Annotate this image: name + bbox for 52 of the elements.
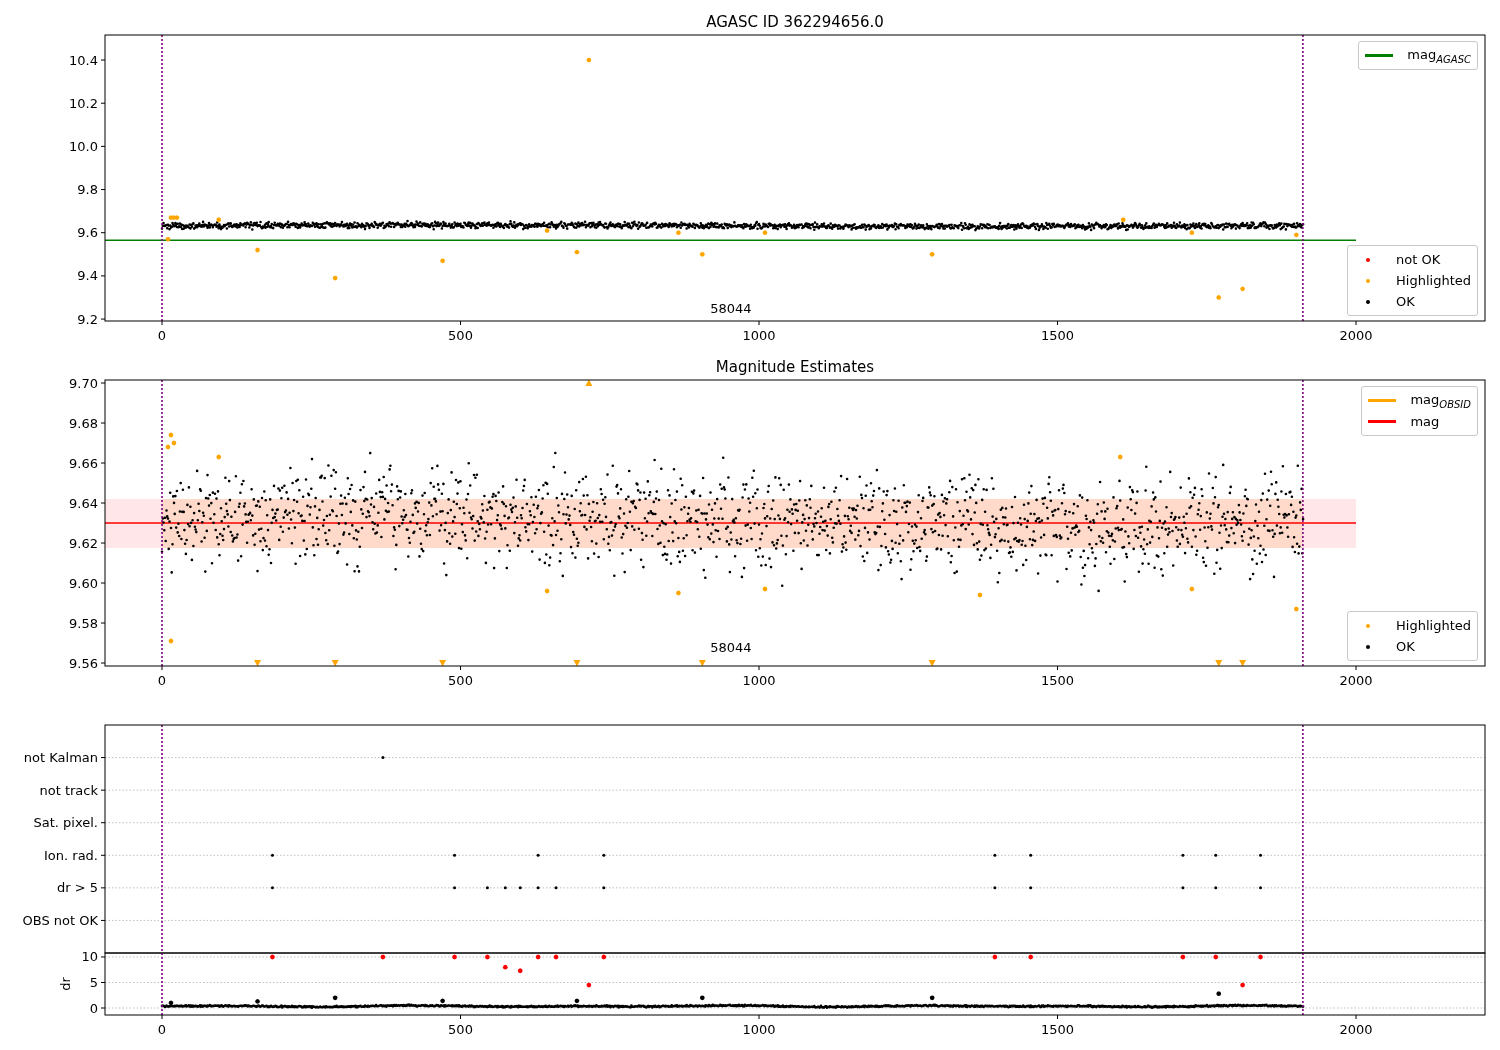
tick-label: 2000 — [1339, 673, 1373, 688]
flag-label: dr > 5 — [56, 880, 98, 896]
tick-label: 9.58 — [69, 615, 98, 631]
annotation-text: 58044 — [710, 300, 752, 316]
legend-label: mag$_{AGASC}$ — [1407, 46, 1471, 65]
tick-label: 10 — [81, 949, 98, 965]
tick-label: 0 — [157, 328, 167, 343]
tick-label: 0 — [157, 1022, 167, 1037]
tick-label: 10.2 — [69, 95, 98, 111]
tick-label: 0 — [89, 1000, 98, 1016]
tick-label: 10.4 — [69, 52, 98, 68]
legend-label: mag — [1410, 414, 1440, 429]
tick-label: 9.8 — [77, 182, 98, 198]
tick-label: 9.62 — [69, 535, 98, 551]
legend-label: OK — [1396, 639, 1415, 654]
legend-label: Highlighted — [1396, 618, 1471, 633]
tick-label: 9.60 — [69, 575, 98, 591]
tick-label: 9.2 — [77, 311, 98, 327]
tick-label: 1000 — [742, 328, 776, 343]
tick-label: 500 — [448, 328, 473, 343]
flag-label: OBS not OK — [22, 912, 98, 928]
tick-label: 9.4 — [77, 268, 98, 284]
tick-label: 1500 — [1041, 673, 1075, 688]
annotation-text: 58044 — [710, 640, 752, 655]
tick-label: 9.70 — [69, 375, 98, 391]
flag-label: Ion. rad. — [44, 847, 98, 863]
flag-label: not track — [39, 782, 98, 798]
tick-label: 1500 — [1041, 328, 1075, 343]
tick-label: 1500 — [1041, 1022, 1075, 1037]
flag-label: Sat. pixel. — [33, 815, 98, 831]
legend-label: Highlighted — [1396, 273, 1471, 288]
tick-label: 5 — [89, 975, 98, 990]
tick-label: 2000 — [1339, 328, 1373, 343]
legend-label: OK — [1396, 294, 1415, 309]
legend-label: not OK — [1396, 252, 1441, 267]
tick-label: 9.68 — [69, 415, 98, 431]
axis-label: dr — [58, 977, 73, 991]
tick-label: 1000 — [742, 1022, 776, 1037]
flag-label: not Kalman — [23, 750, 98, 766]
tick-label: 9.6 — [77, 225, 98, 241]
chart-title: AGASC ID 362294656.0 — [706, 13, 884, 31]
tick-label: 2000 — [1339, 1022, 1373, 1037]
chart-title: Magnitude Estimates — [715, 358, 875, 376]
legend-label: mag$_{OBSID}$ — [1410, 391, 1471, 410]
tick-label: 9.66 — [69, 455, 98, 471]
tick-label: 500 — [448, 673, 473, 688]
tick-label: 1000 — [742, 673, 776, 688]
tick-label: 9.56 — [69, 655, 98, 671]
tick-label: 9.64 — [69, 495, 98, 511]
tick-label: 10.0 — [69, 138, 98, 154]
tick-label: 0 — [157, 673, 167, 688]
tick-label: 500 — [448, 1022, 473, 1037]
